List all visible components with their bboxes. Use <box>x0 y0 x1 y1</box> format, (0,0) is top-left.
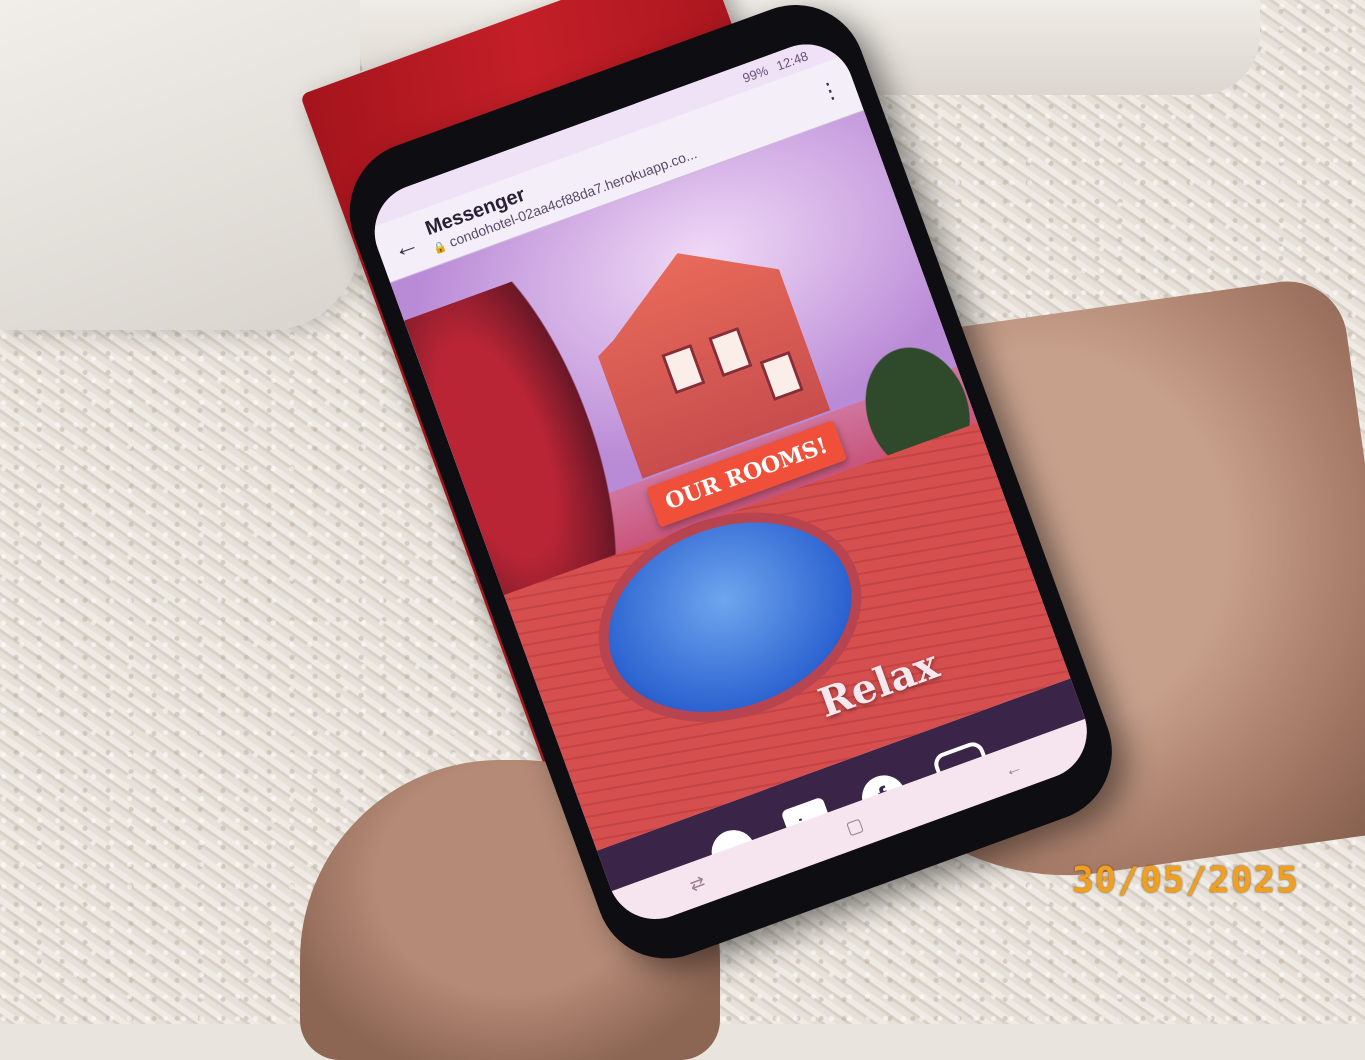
lock-icon: 🔒 <box>431 239 449 256</box>
house-window <box>759 351 803 401</box>
more-vertical-icon[interactable]: ⋮ <box>815 75 845 107</box>
pillow <box>0 0 360 330</box>
battery-level: 99% <box>740 62 770 86</box>
house-window <box>661 344 705 394</box>
recent-apps-icon[interactable]: ⇄ <box>687 871 708 896</box>
back-icon[interactable]: ← <box>1001 755 1025 781</box>
home-icon[interactable]: ▢ <box>843 813 866 839</box>
house-window <box>708 327 752 377</box>
arrow-left-icon[interactable]: ← <box>388 227 423 265</box>
photo-date-stamp: 30/05/2025 <box>1072 860 1299 901</box>
